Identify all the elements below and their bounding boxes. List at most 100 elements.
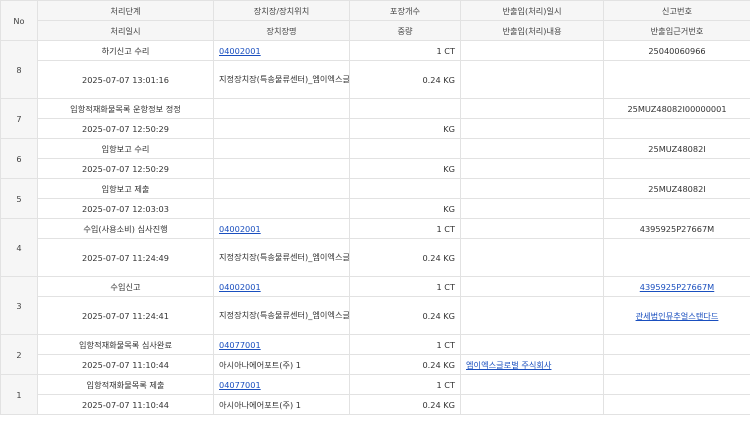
inout-datetime-cell [460,276,604,297]
table-row-detail: 2025-07-07 12:50:29 KG [1,158,750,179]
header-inout-basis-no: 반출입근거번호 [603,20,750,41]
row-number: 5 [0,178,38,219]
header-row-2: 처리일시 장치장명 중량 반출입(처리)내용 반출입근거번호 [1,20,750,41]
table-row-detail: 2025-07-07 11:24:41 지정장치장(특송물류센터)_엠이엑스글로… [1,296,750,335]
location-code-cell: 04002001 [213,40,350,61]
table-body: 8 하기신고 수리 04002001 1 CT 25040060966 2025… [0,40,750,415]
row-number: 3 [0,276,38,335]
table-row: 1 입항적재화물목록 제출 04077001 1 CT [0,374,750,415]
location-code-link[interactable]: 04002001 [219,224,261,234]
table-row-detail: 2025-07-07 12:03:03 KG [1,198,750,219]
weight-cell: KG [349,198,461,219]
basis-no-link[interactable]: 관세법인뮤추얼스탠다드 [636,311,719,321]
header-location-name: 장치장명 [213,20,350,41]
proc-datetime-cell: 2025-07-07 12:03:03 [37,198,214,219]
report-no-cell: 25040060966 [603,40,750,61]
header-weight: 중량 [349,20,461,41]
header-packages: 포장개수 [349,0,461,21]
inout-datetime-cell [460,178,604,199]
weight-cell: KG [349,158,461,179]
location-code-link[interactable]: 04002001 [219,46,261,56]
location-code-link[interactable]: 04077001 [219,340,261,350]
basis-no-cell [603,158,750,179]
row-number: 7 [0,98,38,139]
location-name-cell: 지정장치장(특송물류센터)_엠이엑스글로벌 주식회사 [213,60,350,99]
location-name-cell: 지정장치장(특송물류센터)_엠이엑스글로벌 주식회사 [213,238,350,277]
inout-datetime-cell [460,98,604,119]
report-no-cell: 4395925P27667M [603,276,750,297]
table-row: 2 입항적재화물목록 심사완료 04077001 1 CT [0,334,750,375]
stage-cell: 수입(사용소비) 심사진행 [37,218,214,239]
report-no-cell: 25MUZ48082I00000001 [603,98,750,119]
inout-datetime-cell [460,40,604,61]
location-name-cell: 지정장치장(특송물류센터)_엠이엑스글로벌 주식회사 [213,296,350,335]
stage-cell: 수입신고 [37,276,214,297]
packages-cell [349,178,461,199]
basis-no-cell [603,198,750,219]
row-number: 1 [0,374,38,415]
packages-cell: 1 CT [349,334,461,355]
proc-datetime-cell: 2025-07-07 11:24:41 [37,296,214,335]
weight-cell: 0.24 KG [349,354,461,375]
location-code-link[interactable]: 04077001 [219,380,261,390]
basis-no-cell: 관세법인뮤추얼스탠다드 [603,296,750,335]
inout-datetime-cell [460,334,604,355]
inout-content-cell [460,60,604,99]
table-row-detail: 2025-07-07 11:10:44 아시아나에어포트(주) 1 0.24 K… [1,354,750,375]
inout-datetime-cell [460,374,604,395]
basis-no-cell [603,238,750,277]
packages-cell [349,98,461,119]
weight-cell: 0.24 KG [349,238,461,277]
table-row: 3 수입신고 04002001 1 CT 4395925P27667M [0,276,750,335]
stage-cell: 입항적재화물목록 심사완료 [37,334,214,355]
header-proc-datetime: 처리일시 [37,20,214,41]
basis-no-cell [603,394,750,415]
stage-cell: 입항적재화물목록 운항정보 정정 [37,98,214,119]
location-code-cell [213,178,350,199]
proc-datetime-cell: 2025-07-07 11:10:44 [37,394,214,415]
table-row-detail: 2025-07-07 11:24:49 지정장치장(특송물류센터)_엠이엑스글로… [1,238,750,277]
weight-cell: 0.24 KG [349,60,461,99]
proc-datetime-cell: 2025-07-07 12:50:29 [37,158,214,179]
row-number: 2 [0,334,38,375]
report-no-cell: 25MUZ48082I [603,138,750,159]
table-header: No 처리단계 장치장/장치위치 포장개수 반출입(처리)일시 신고번호 처리일… [0,0,750,41]
location-code-cell [213,138,350,159]
stage-cell: 입항적재화물목록 제출 [37,374,214,395]
weight-cell: 0.24 KG [349,394,461,415]
header-location: 장치장/장치위치 [213,0,350,21]
report-no-link[interactable]: 4395925P27667M [640,282,715,292]
location-code-link[interactable]: 04002001 [219,282,261,292]
report-no-cell: 25MUZ48082I [603,178,750,199]
packages-cell: 1 CT [349,374,461,395]
inout-content-cell [460,296,604,335]
table-row: 5 입항보고 제출 25MUZ48082I [0,178,750,219]
location-name-cell [213,198,350,219]
table-row-detail: 2025-07-07 12:50:29 KG [1,118,750,139]
row-number: 4 [0,218,38,277]
table-row-detail: 2025-07-07 11:10:44 아시아나에어포트(주) 1 0.24 K… [1,394,750,415]
header-stage: 처리단계 [37,0,214,21]
header-inout-content: 반출입(처리)내용 [460,20,604,41]
inout-content-cell [460,238,604,277]
header-report-no: 신고번호 [603,0,750,21]
inout-content-cell [460,118,604,139]
weight-cell: KG [349,118,461,139]
report-no-cell [603,374,750,395]
stage-cell: 하기신고 수리 [37,40,214,61]
weight-cell: 0.24 KG [349,296,461,335]
inout-content-link[interactable]: 엠이엑스글로벌 주식회사 [466,360,551,370]
basis-no-cell [603,354,750,375]
proc-datetime-cell: 2025-07-07 12:50:29 [37,118,214,139]
location-code-cell: 04002001 [213,218,350,239]
table-row: 6 입항보고 수리 25MUZ48082I [0,138,750,179]
inout-datetime-cell [460,138,604,159]
location-name-cell [213,158,350,179]
basis-no-cell [603,118,750,139]
packages-cell: 1 CT [349,276,461,297]
location-code-cell [213,98,350,119]
location-code-cell: 04077001 [213,334,350,355]
stage-cell: 입항보고 제출 [37,178,214,199]
location-code-cell: 04002001 [213,276,350,297]
header-no: No [0,0,38,41]
